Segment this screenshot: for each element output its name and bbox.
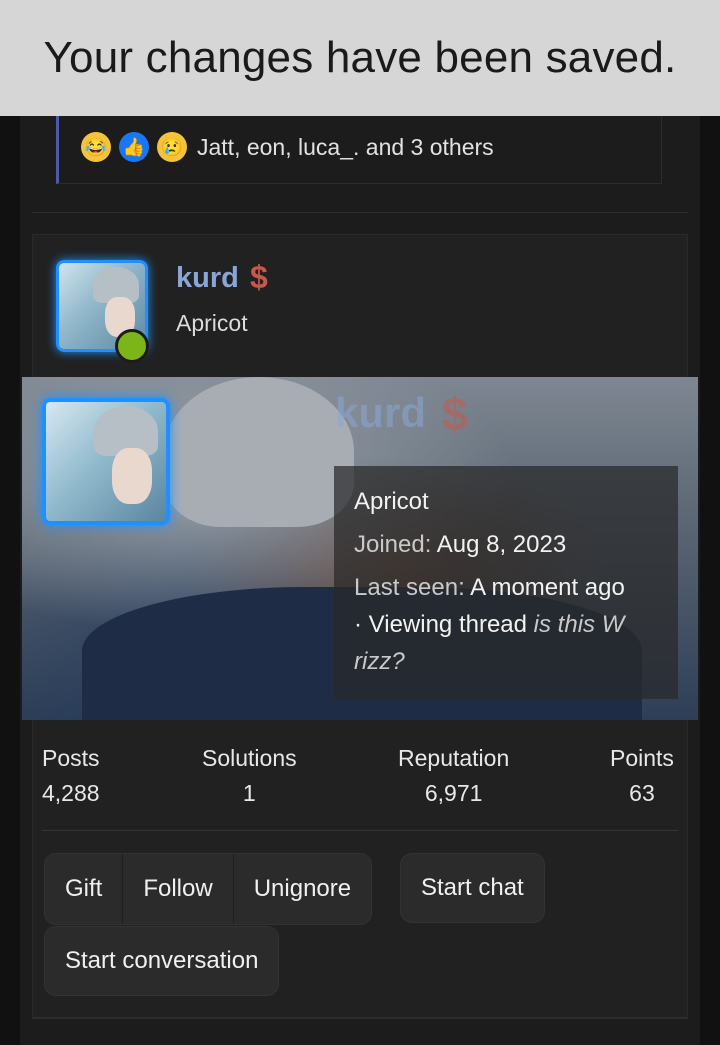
avatar-face-shape bbox=[112, 448, 152, 504]
stat-points[interactable]: Points 63 bbox=[610, 745, 674, 807]
banner-username[interactable]: kurd bbox=[335, 389, 426, 437]
start-conversation-button[interactable]: Start conversation bbox=[44, 926, 280, 996]
stat-reputation[interactable]: Reputation 6,971 bbox=[398, 745, 509, 807]
joined-value: Aug 8, 2023 bbox=[436, 531, 567, 558]
toast-message: Your changes have been saved. bbox=[43, 33, 677, 82]
stats-divider bbox=[42, 830, 678, 831]
banner-photo-hat bbox=[164, 377, 354, 527]
stat-label: Reputation bbox=[398, 745, 510, 771]
last-seen-line: Last seen: A moment ago bbox=[354, 574, 625, 602]
unignore-button[interactable]: Unignore bbox=[233, 854, 372, 924]
saved-toast: Your changes have been saved. bbox=[0, 0, 720, 116]
banner-rank: Apricot bbox=[354, 488, 429, 515]
online-status-indicator bbox=[115, 329, 149, 363]
sad-emoji-icon: 😢 bbox=[157, 132, 187, 162]
stat-posts[interactable]: Posts 4,288 bbox=[42, 745, 100, 807]
stat-value: 63 bbox=[629, 780, 655, 806]
joined-label: Joined: bbox=[354, 531, 432, 558]
stat-solutions[interactable]: Solutions 1 bbox=[202, 745, 297, 807]
last-seen-label: Last seen: bbox=[354, 574, 465, 601]
post-divider bbox=[32, 212, 688, 213]
stat-label: Points bbox=[610, 745, 674, 771]
dollar-icon: $ bbox=[442, 388, 468, 440]
joined-line: Joined: Aug 8, 2023 bbox=[354, 531, 566, 559]
follow-button[interactable]: Follow bbox=[123, 854, 234, 924]
laugh-emoji-icon: 😂 bbox=[81, 132, 111, 162]
member-info-panel: Apricot Joined: Aug 8, 2023 Last seen: A… bbox=[334, 466, 678, 699]
stat-label: Solutions bbox=[202, 745, 297, 771]
like-icon: 👍 bbox=[119, 132, 149, 162]
profile-banner: kurd $ Apricot Joined: Aug 8, 2023 Last … bbox=[22, 377, 698, 720]
banner-avatar[interactable] bbox=[42, 398, 170, 525]
activity-prefix: · Viewing thread bbox=[354, 611, 527, 638]
reaction-summary[interactable]: 😂 👍 😢 Jatt, eon, luca_. and 3 others bbox=[81, 132, 494, 162]
stat-value: 4,288 bbox=[42, 780, 100, 806]
start-chat-button[interactable]: Start chat bbox=[400, 853, 545, 923]
thread-link[interactable]: is this W bbox=[534, 611, 625, 638]
reaction-users-link[interactable]: Jatt, eon, luca_. and 3 others bbox=[197, 134, 494, 161]
member-rank: Apricot bbox=[176, 310, 248, 336]
reactions-bar[interactable]: 😂 👍 😢 Jatt, eon, luca_. and 3 others bbox=[56, 112, 662, 184]
thread-link-continued[interactable]: rizz? bbox=[354, 648, 405, 676]
gift-button[interactable]: Gift bbox=[45, 854, 124, 924]
card-bottom-divider bbox=[32, 1018, 688, 1019]
stat-label: Posts bbox=[42, 745, 100, 771]
member-action-group: Gift Follow Unignore bbox=[44, 853, 373, 925]
stat-value: 1 bbox=[242, 780, 256, 806]
member-username[interactable]: kurd bbox=[176, 262, 239, 295]
right-gutter bbox=[700, 0, 720, 1045]
dollar-icon: $ bbox=[250, 259, 268, 295]
left-gutter bbox=[0, 0, 20, 1045]
last-seen-value: A moment ago bbox=[470, 574, 625, 601]
activity-line: · Viewing thread is this W bbox=[354, 611, 624, 639]
stat-value: 6,971 bbox=[424, 780, 483, 806]
